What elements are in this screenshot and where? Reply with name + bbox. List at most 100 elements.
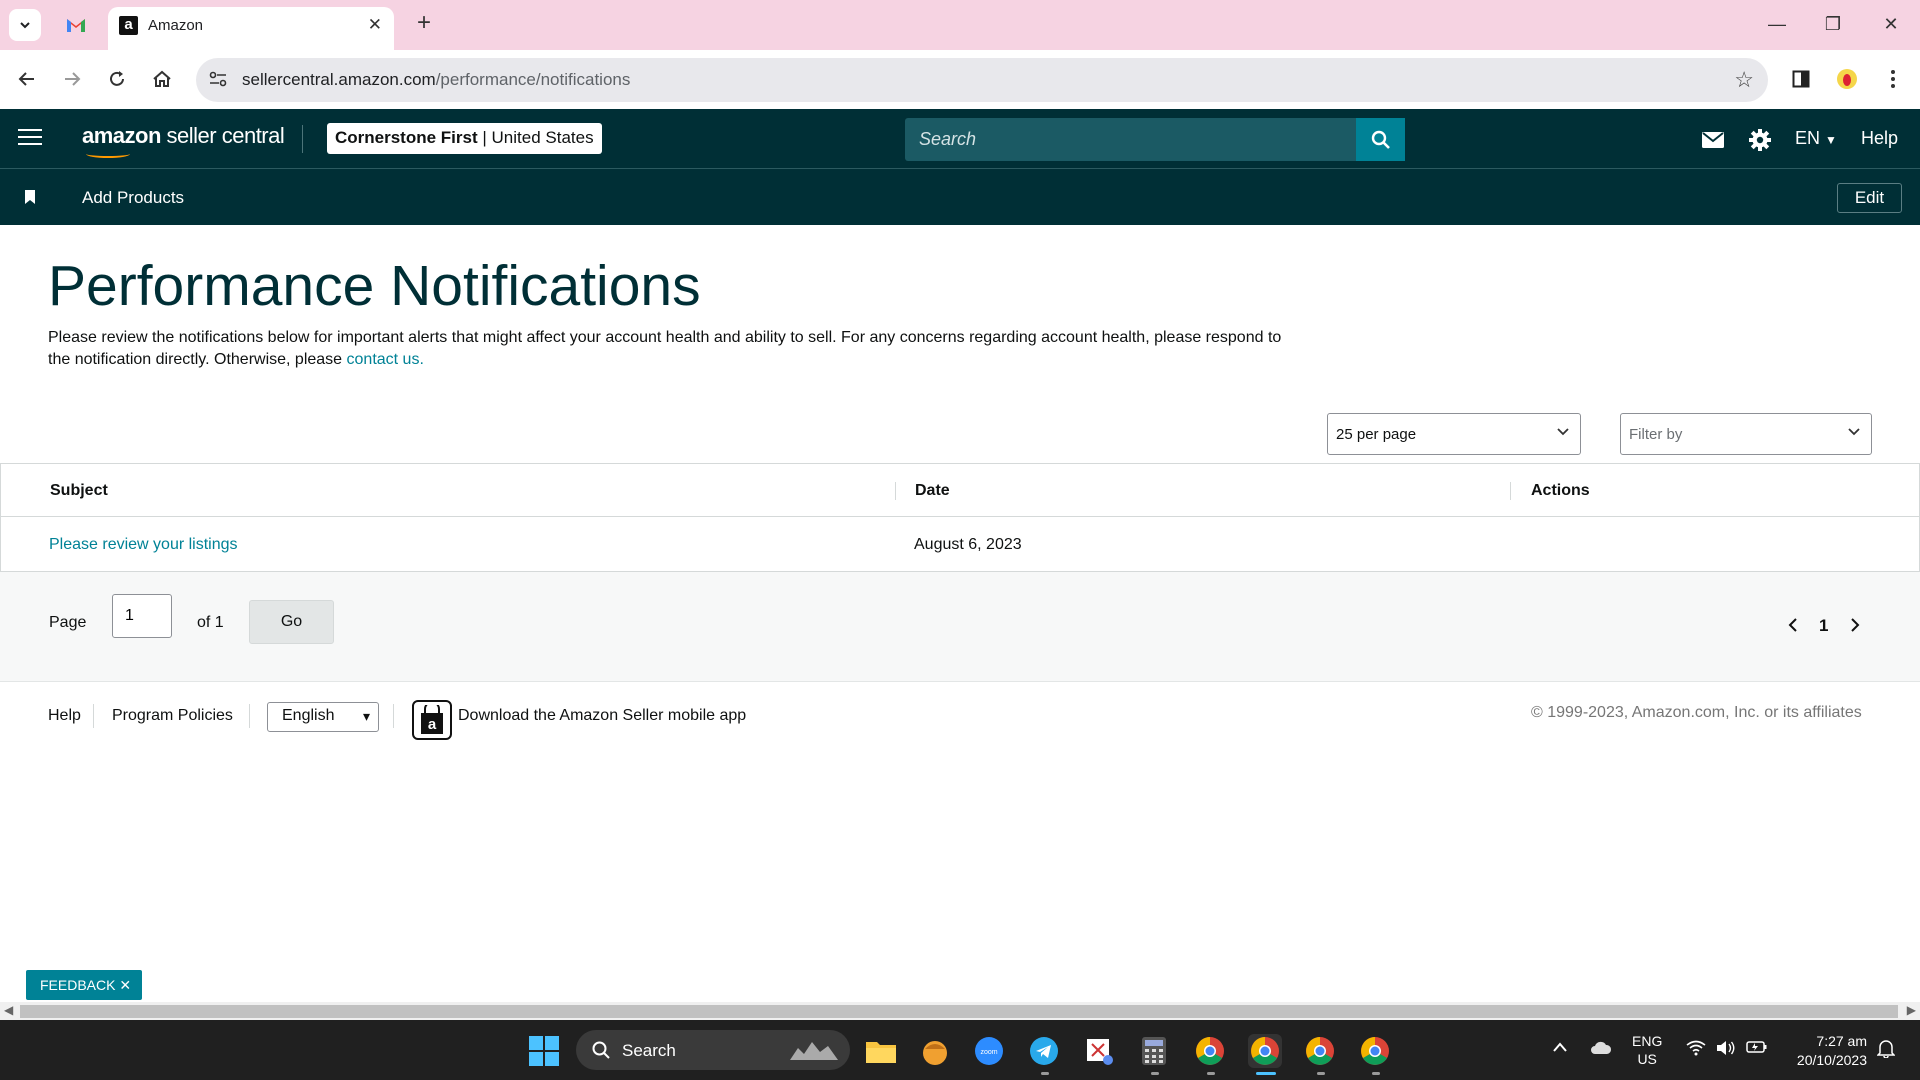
reload-button[interactable] xyxy=(100,62,134,96)
filter-select[interactable]: Filter by xyxy=(1620,413,1872,455)
chevron-down-icon: ▾ xyxy=(362,708,370,724)
side-panel-button[interactable] xyxy=(1784,62,1818,96)
clock[interactable]: 7:27 am 20/10/2023 xyxy=(1785,1032,1867,1070)
per-page-select[interactable]: 25 per page xyxy=(1327,413,1581,455)
language-selector[interactable]: EN ▼ xyxy=(1795,128,1837,149)
windows-start-icon[interactable] xyxy=(529,1036,559,1066)
notification-date: August 6, 2023 xyxy=(914,536,1022,553)
site-info-icon[interactable] xyxy=(208,70,228,93)
restore-button[interactable]: ❐ xyxy=(1813,8,1853,40)
lang-top: ENG xyxy=(1632,1033,1663,1049)
side-panel-icon xyxy=(1792,70,1810,88)
previous-page-icon[interactable] xyxy=(1787,616,1799,639)
running-indicator xyxy=(1207,1072,1215,1075)
pagination-bar: Page of 1 Go 1 xyxy=(0,572,1920,682)
page-number-input[interactable] xyxy=(112,594,172,638)
footer-language-value: English xyxy=(282,707,335,724)
chrome-profile-4-icon[interactable] xyxy=(1358,1034,1392,1068)
close-window-button[interactable]: ✕ xyxy=(1871,8,1911,40)
copyright-text: © 1999-2023, Amazon.com, Inc. or its aff… xyxy=(1531,704,1862,721)
help-link[interactable]: Help xyxy=(1861,128,1898,149)
app-icon-orange[interactable] xyxy=(918,1034,952,1068)
calculator-icon[interactable] xyxy=(1137,1034,1171,1068)
active-tab[interactable]: a Amazon ✕ xyxy=(108,7,394,50)
hamburger-menu-icon[interactable] xyxy=(18,129,42,149)
caret-down-icon: ▼ xyxy=(1825,133,1837,147)
contact-us-link[interactable]: contact us. xyxy=(347,351,424,368)
chrome-profile-2-icon[interactable] xyxy=(1248,1034,1282,1068)
notifications-bell-icon[interactable] xyxy=(1876,1038,1896,1061)
footer-help-link[interactable]: Help xyxy=(48,707,81,725)
edit-bookmarks-button[interactable]: Edit xyxy=(1837,183,1902,213)
gear-icon xyxy=(1749,129,1771,151)
address-bar[interactable]: sellercentral.amazon.com/performance/not… xyxy=(196,58,1768,102)
bookmark-icon[interactable] xyxy=(24,190,36,209)
scrollbar-thumb[interactable] xyxy=(20,1005,1898,1018)
taskbar-search[interactable]: Search xyxy=(576,1030,850,1070)
volume-icon[interactable] xyxy=(1716,1040,1736,1059)
column-divider xyxy=(1510,482,1511,500)
logo-amazon: amazon xyxy=(82,123,161,148)
tab-search-button[interactable] xyxy=(9,9,41,41)
go-button[interactable]: Go xyxy=(249,600,334,644)
feedback-button[interactable]: FEEDBACK ✕ xyxy=(26,970,142,1000)
tab-title: Amazon xyxy=(148,17,204,34)
current-page-number: 1 xyxy=(1819,616,1829,635)
kebab-menu-icon xyxy=(1891,70,1895,88)
bookmarks-bar: Add Products Edit xyxy=(0,169,1920,225)
messages-button[interactable] xyxy=(1700,127,1726,153)
horizontal-scrollbar[interactable]: ◀ ▶ xyxy=(0,1002,1920,1020)
seller-central-logo[interactable]: amazon seller central xyxy=(82,123,285,158)
footer-language-select[interactable]: English ▾ xyxy=(267,702,379,732)
lang-bottom: US xyxy=(1637,1051,1657,1067)
tab-close-icon[interactable]: ✕ xyxy=(368,15,382,35)
forward-button[interactable] xyxy=(55,62,89,96)
scroll-right-icon[interactable]: ▶ xyxy=(1907,1003,1916,1017)
amazon-seller-app-icon[interactable]: a xyxy=(412,700,452,740)
column-date[interactable]: Date xyxy=(915,482,950,500)
wifi-icon[interactable] xyxy=(1686,1040,1706,1059)
download-app-link[interactable]: Download the Amazon Seller mobile app xyxy=(458,707,746,725)
new-tab-button[interactable]: + xyxy=(410,9,438,37)
back-button[interactable] xyxy=(10,62,44,96)
program-policies-link[interactable]: Program Policies xyxy=(112,707,233,725)
filter-placeholder: Filter by xyxy=(1629,426,1683,443)
chrome-profile-3-icon[interactable] xyxy=(1303,1034,1337,1068)
add-products-link[interactable]: Add Products xyxy=(82,188,184,208)
chrome-profile-1-icon[interactable] xyxy=(1193,1034,1227,1068)
battery-icon[interactable] xyxy=(1746,1040,1768,1057)
url-path: /performance/notifications xyxy=(435,70,631,89)
gmail-tab[interactable] xyxy=(56,8,96,42)
onedrive-cloud-icon[interactable] xyxy=(1590,1041,1612,1058)
browser-menu-button[interactable] xyxy=(1876,62,1910,96)
input-language-indicator[interactable]: ENG US xyxy=(1632,1032,1662,1068)
reload-icon xyxy=(110,71,124,86)
svg-text:a: a xyxy=(428,716,437,733)
next-page-icon[interactable] xyxy=(1849,616,1861,639)
settings-button[interactable] xyxy=(1747,127,1773,153)
show-hidden-icons-chevron-up-icon[interactable] xyxy=(1552,1040,1568,1056)
page-title: Performance Notifications xyxy=(48,254,701,318)
home-icon xyxy=(153,70,171,87)
close-icon[interactable]: ✕ xyxy=(119,977,131,993)
snipping-tool-icon[interactable] xyxy=(1082,1034,1116,1068)
home-button[interactable] xyxy=(145,62,179,96)
file-explorer-icon[interactable] xyxy=(864,1034,898,1068)
account-switcher[interactable]: Cornerstone First | United States xyxy=(327,123,602,154)
profile-avatar[interactable] xyxy=(1830,62,1864,96)
amazon-favicon-icon: a xyxy=(119,16,138,35)
search-button[interactable] xyxy=(1356,118,1405,161)
scroll-left-icon[interactable]: ◀ xyxy=(4,1003,13,1017)
minimize-button[interactable]: — xyxy=(1757,8,1797,40)
column-divider xyxy=(895,482,896,500)
telegram-icon[interactable] xyxy=(1027,1034,1061,1068)
search-input[interactable] xyxy=(905,118,1355,161)
arrow-left-icon xyxy=(18,72,34,86)
bookmark-star-icon[interactable]: ☆ xyxy=(1734,67,1754,93)
mail-icon xyxy=(1702,132,1724,148)
running-indicator xyxy=(1041,1072,1049,1075)
zoom-icon[interactable]: zoom xyxy=(972,1034,1006,1068)
clock-time: 7:27 am xyxy=(1816,1033,1867,1049)
column-subject[interactable]: Subject xyxy=(50,482,108,500)
notification-subject-link[interactable]: Please review your listings xyxy=(49,536,238,554)
